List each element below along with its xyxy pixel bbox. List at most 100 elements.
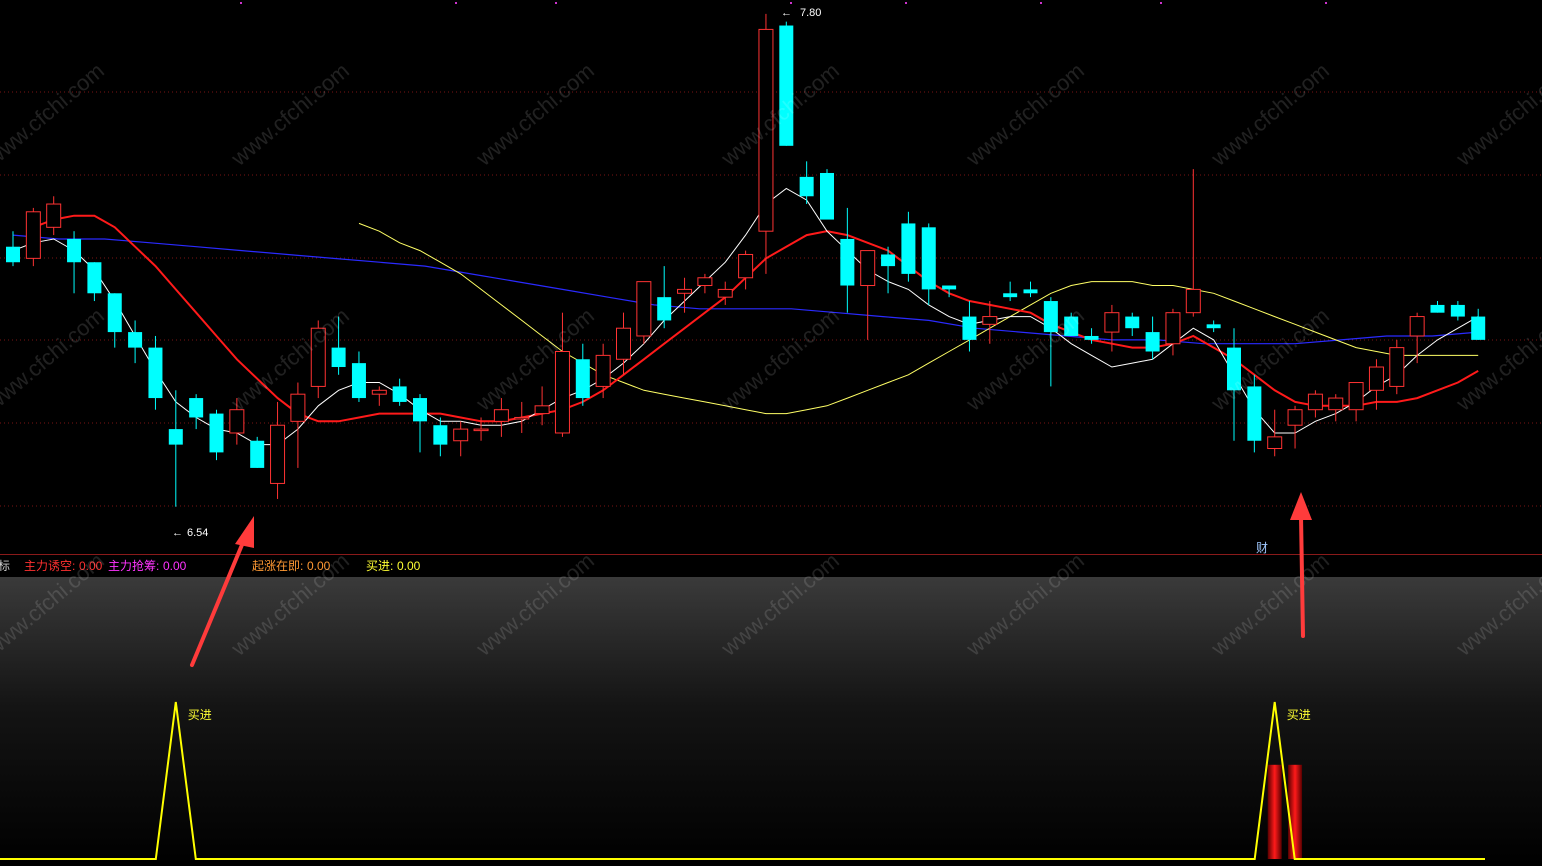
- grab-chips-label: 主力抢筹:: [108, 559, 160, 573]
- price-chart[interactable]: 7.80 ← ← 6.54 财: [0, 0, 1542, 556]
- candle-body-up: [1287, 409, 1303, 426]
- candle-body-up: [738, 253, 754, 279]
- candle-body-down: [921, 227, 936, 290]
- ma-red-line: [33, 214, 1479, 423]
- low-price-arrow: ←: [172, 527, 183, 539]
- candle: [1064, 312, 1079, 336]
- candle: [636, 281, 652, 344]
- candle-body-down: [189, 398, 204, 418]
- candle: [1185, 169, 1201, 317]
- candle: [779, 21, 794, 146]
- buy-signal-label-1: 买进: [188, 708, 212, 722]
- candle: [392, 378, 407, 406]
- candle: [229, 398, 245, 445]
- indicator-chart: 买进 买进: [0, 701, 1485, 860]
- candle: [107, 293, 122, 348]
- rising-label: 起涨在即:: [252, 559, 304, 573]
- candle: [87, 262, 102, 302]
- top-tick: [905, 2, 907, 4]
- candle-body-down: [250, 440, 265, 468]
- candle-body-up: [1389, 347, 1405, 387]
- candle: [514, 401, 530, 433]
- top-tick: [790, 2, 792, 4]
- candle-body-down: [881, 254, 896, 267]
- candle-body-up: [310, 327, 326, 387]
- candle-body-up: [1307, 393, 1323, 411]
- candle: [209, 409, 224, 461]
- candle-body-up: [25, 211, 41, 259]
- candle: [290, 382, 306, 468]
- candle-body-down: [331, 347, 346, 368]
- signal-bar: [1288, 764, 1303, 859]
- finance-marker[interactable]: 财: [1256, 541, 1268, 555]
- candle-body-down: [962, 316, 977, 340]
- candle-body-down: [1023, 289, 1038, 294]
- candle-body-down: [1430, 304, 1445, 313]
- candle: [1125, 312, 1140, 336]
- candle-body-up: [982, 316, 998, 325]
- candle-body-up: [514, 416, 530, 420]
- signal-bar: [1267, 764, 1282, 859]
- candle-body-up: [1185, 288, 1201, 314]
- candle-body-down: [840, 238, 855, 286]
- low-price-label: 6.54: [187, 527, 208, 539]
- candle-body-down: [1043, 301, 1058, 333]
- candle-body-down: [392, 386, 407, 402]
- candle: [331, 316, 346, 375]
- candle-body-up: [554, 350, 570, 434]
- candle-body-down: [1145, 332, 1160, 352]
- candle: [1043, 297, 1058, 387]
- candle-body-down: [168, 429, 183, 445]
- candle-body-up: [1104, 312, 1120, 333]
- candle: [1307, 390, 1323, 418]
- candle: [921, 223, 936, 305]
- buy-signal-line: [0, 701, 1485, 860]
- top-tick: [555, 2, 557, 4]
- candle-body-down: [820, 172, 834, 220]
- candle: [453, 421, 469, 457]
- candle-body-down: [433, 425, 448, 445]
- candle-body-down: [901, 223, 916, 274]
- indicator-panel[interactable]: 买进 买进: [0, 577, 1542, 866]
- candle: [1430, 301, 1445, 313]
- candle: [1287, 405, 1303, 449]
- buy-value: 0.00: [397, 559, 421, 573]
- high-price-arrow: ←: [781, 7, 792, 19]
- candle-body-down: [1125, 316, 1140, 329]
- high-price-label: 7.80: [800, 7, 821, 19]
- candle: [1227, 328, 1241, 441]
- candle: [310, 320, 326, 399]
- candle-body-up: [595, 354, 611, 387]
- candle-body-down: [942, 285, 957, 290]
- candle: [1003, 281, 1018, 302]
- candle-body-down: [1084, 335, 1099, 340]
- candle-body-up: [493, 409, 509, 422]
- candle-body-down: [413, 398, 427, 422]
- top-tick: [455, 2, 457, 4]
- candle: [1389, 339, 1405, 395]
- candle: [657, 266, 672, 329]
- candle-body-up: [534, 405, 550, 415]
- candle: [1145, 316, 1160, 360]
- candle: [1206, 320, 1221, 333]
- candle-body-down: [209, 413, 224, 453]
- candle: [840, 207, 855, 313]
- candle: [67, 231, 82, 294]
- candle-body-up: [1165, 312, 1181, 345]
- candle-body-down: [148, 347, 163, 399]
- candle: [189, 394, 204, 430]
- candle: [1165, 308, 1181, 356]
- candle-body-up: [636, 281, 652, 337]
- indicator-legend-bar: 指标 主力诱空: 0.00 主力抢筹: 0.00 起涨在即: 0.00 买进: …: [0, 554, 1542, 578]
- candle-body-up: [677, 288, 693, 294]
- candle-body-up: [473, 428, 489, 432]
- indicator-name: 指标: [0, 559, 11, 573]
- candle-body-up: [290, 393, 306, 422]
- candle-body-up: [46, 203, 62, 228]
- candle-body-down: [107, 293, 122, 333]
- candle: [493, 398, 509, 437]
- candle-body-down: [1227, 347, 1241, 391]
- candlesticks: [6, 13, 1486, 507]
- candle-body-down: [351, 363, 366, 399]
- candle: [616, 312, 631, 375]
